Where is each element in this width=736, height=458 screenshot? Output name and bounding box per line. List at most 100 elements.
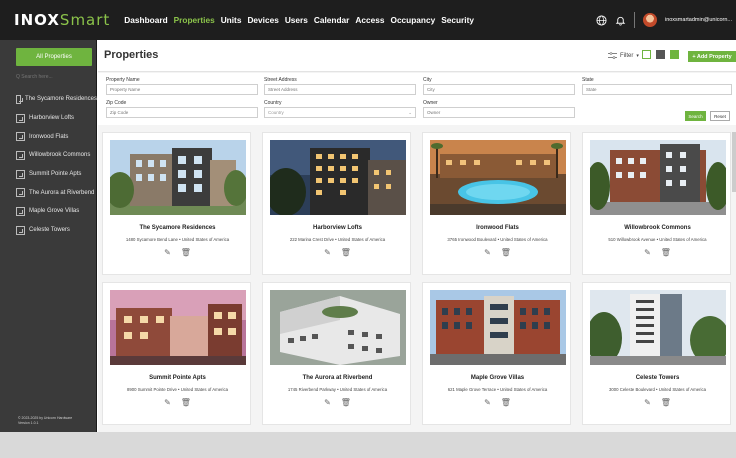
building-icon bbox=[16, 225, 25, 235]
owner-input[interactable] bbox=[423, 107, 575, 118]
nav-calendar[interactable]: Calendar bbox=[314, 15, 350, 25]
sidebar-search-input[interactable] bbox=[16, 72, 92, 82]
user-avatar[interactable] bbox=[642, 13, 657, 27]
nav-properties[interactable]: Properties bbox=[174, 15, 215, 25]
city-group: City bbox=[423, 77, 575, 95]
sidebar-item-label: Willowbrook Commons bbox=[29, 152, 91, 159]
property-card[interactable]: Harborview Lofts 222 Marina Crest Drive … bbox=[262, 132, 411, 275]
sidebar-item[interactable]: Celeste Towers bbox=[16, 221, 97, 240]
country-select[interactable]: Country ⌄ bbox=[264, 107, 416, 118]
property-name-input[interactable] bbox=[106, 84, 258, 95]
building-icon bbox=[16, 113, 25, 123]
property-name-label: Property Name bbox=[106, 77, 140, 83]
logo-main-text: INOX bbox=[14, 11, 60, 29]
state-label: State bbox=[582, 77, 594, 83]
add-property-button[interactable]: + Add Property bbox=[688, 51, 736, 62]
country-label: Country bbox=[264, 100, 282, 106]
building-icon bbox=[16, 206, 25, 216]
edit-icon[interactable]: ✎ bbox=[164, 248, 171, 257]
all-properties-button[interactable]: All Properties bbox=[16, 48, 92, 66]
card-actions: ✎ 🗑 bbox=[583, 398, 732, 407]
app-logo[interactable]: INOXSmart bbox=[14, 11, 110, 29]
building-icon bbox=[16, 169, 25, 179]
property-address: 621 Maple Grove Terrace • United States … bbox=[447, 387, 548, 392]
country-group: Country Country ⌄ bbox=[264, 100, 416, 118]
property-card[interactable]: The Aurora at Riverbend 1745 Riverbend P… bbox=[262, 282, 411, 425]
filter-panel: Property Name Street Address City State … bbox=[98, 73, 736, 125]
property-card[interactable]: Ironwood Flats 3765 Ironwood Boulevard •… bbox=[422, 132, 571, 275]
edit-icon[interactable]: ✎ bbox=[484, 248, 491, 257]
property-card[interactable]: Willowbrook Commons 510 Willowbrook Aven… bbox=[582, 132, 731, 275]
main-content: Properties Filter ▾ + Add Property Prope… bbox=[98, 40, 736, 432]
owner-group: Owner bbox=[423, 100, 575, 118]
property-address: 3765 Ironwood Boulevard • United States … bbox=[447, 237, 548, 242]
filter-button[interactable]: Filter ▾ bbox=[608, 52, 639, 59]
sidebar-item-label: Celeste Towers bbox=[29, 227, 70, 234]
chevron-down-icon: ▾ bbox=[636, 52, 639, 59]
reset-button[interactable]: Reset bbox=[710, 111, 730, 121]
globe-icon[interactable] bbox=[596, 14, 607, 26]
trash-icon[interactable]: 🗑 bbox=[501, 398, 511, 407]
property-name: The Aurora at Riverbend bbox=[302, 375, 373, 381]
sidebar-item[interactable]: Harborview Lofts bbox=[16, 109, 97, 128]
edit-icon[interactable]: ✎ bbox=[324, 398, 331, 407]
list-view-icon[interactable] bbox=[656, 50, 665, 59]
property-card[interactable]: The Sycamore Residences 1480 Sycamore Be… bbox=[102, 132, 251, 275]
trash-icon[interactable]: 🗑 bbox=[341, 398, 351, 407]
nav-users[interactable]: Users bbox=[285, 15, 308, 25]
property-card[interactable]: Summit Pointe Apts 8900 Summit Pointe Dr… bbox=[102, 282, 251, 425]
building-icon bbox=[16, 150, 25, 160]
sidebar-item-label: Harborview Lofts bbox=[29, 115, 75, 122]
edit-icon[interactable]: ✎ bbox=[484, 398, 491, 407]
zip-code-input[interactable] bbox=[106, 107, 258, 118]
property-name: Ironwood Flats bbox=[476, 225, 519, 231]
bell-icon[interactable] bbox=[615, 15, 626, 26]
state-input[interactable] bbox=[582, 84, 732, 95]
sidebar-item-label: Maple Grove Villas bbox=[29, 208, 80, 215]
property-address: 1480 Sycamore Bend Lane • United States … bbox=[125, 237, 230, 242]
chevron-down-icon: ⌄ bbox=[408, 109, 412, 115]
grid-view-icon[interactable] bbox=[670, 50, 679, 59]
nav-access[interactable]: Access bbox=[355, 15, 384, 25]
street-label: Street Address bbox=[264, 77, 297, 83]
export-icon[interactable] bbox=[642, 50, 651, 59]
property-card[interactable]: Celeste Towers 3000 Celeste Boulevard • … bbox=[582, 282, 731, 425]
nav-units[interactable]: Units bbox=[221, 15, 242, 25]
nav-security[interactable]: Security bbox=[441, 15, 474, 25]
nav-devices[interactable]: Devices bbox=[247, 15, 278, 25]
trash-icon[interactable]: 🗑 bbox=[661, 398, 671, 407]
sidebar-item[interactable]: Maple Grove Villas bbox=[16, 202, 97, 221]
sidebar-item[interactable]: Summit Pointe Apts bbox=[16, 165, 97, 184]
property-photo bbox=[430, 140, 566, 215]
property-card[interactable]: Maple Grove Villas 621 Maple Grove Terra… bbox=[422, 282, 571, 425]
sidebar-item-label: Summit Pointe Apts bbox=[29, 171, 82, 178]
trash-icon[interactable]: 🗑 bbox=[181, 398, 191, 407]
user-email[interactable]: inoxsmartadmin@unicorn... bbox=[665, 17, 732, 23]
street-group: Street Address bbox=[264, 77, 416, 95]
state-group: State bbox=[582, 77, 732, 95]
trash-icon[interactable]: 🗑 bbox=[181, 248, 191, 257]
property-name-group: Property Name bbox=[106, 77, 258, 95]
filter-icon bbox=[608, 52, 617, 59]
street-address-input[interactable] bbox=[264, 84, 416, 95]
sidebar-item[interactable]: The Aurora at Riverbend bbox=[16, 183, 97, 202]
scrollbar[interactable] bbox=[732, 132, 736, 192]
edit-icon[interactable]: ✎ bbox=[164, 398, 171, 407]
sidebar-item[interactable]: Willowbrook Commons bbox=[16, 146, 97, 165]
edit-icon[interactable]: ✎ bbox=[324, 248, 331, 257]
sidebar-item[interactable]: Ironwood Flats bbox=[16, 127, 97, 146]
trash-icon[interactable]: 🗑 bbox=[661, 248, 671, 257]
search-button[interactable]: Search bbox=[685, 111, 706, 121]
trash-icon[interactable]: 🗑 bbox=[501, 248, 511, 257]
trash-icon[interactable]: 🗑 bbox=[341, 248, 351, 257]
sidebar-item[interactable]: The Sycamore Residences bbox=[16, 90, 97, 109]
sidebar-item-label: The Sycamore Residences bbox=[24, 96, 97, 103]
city-input[interactable] bbox=[423, 84, 575, 95]
nav-occupancy[interactable]: Occupancy bbox=[390, 15, 435, 25]
edit-icon[interactable]: ✎ bbox=[644, 248, 651, 257]
nav-dashboard[interactable]: Dashboard bbox=[124, 15, 167, 25]
property-name: Summit Pointe Apts bbox=[149, 375, 206, 381]
edit-icon[interactable]: ✎ bbox=[644, 398, 651, 407]
sidebar-item-label: The Aurora at Riverbend bbox=[29, 189, 95, 196]
property-photo bbox=[110, 290, 246, 365]
